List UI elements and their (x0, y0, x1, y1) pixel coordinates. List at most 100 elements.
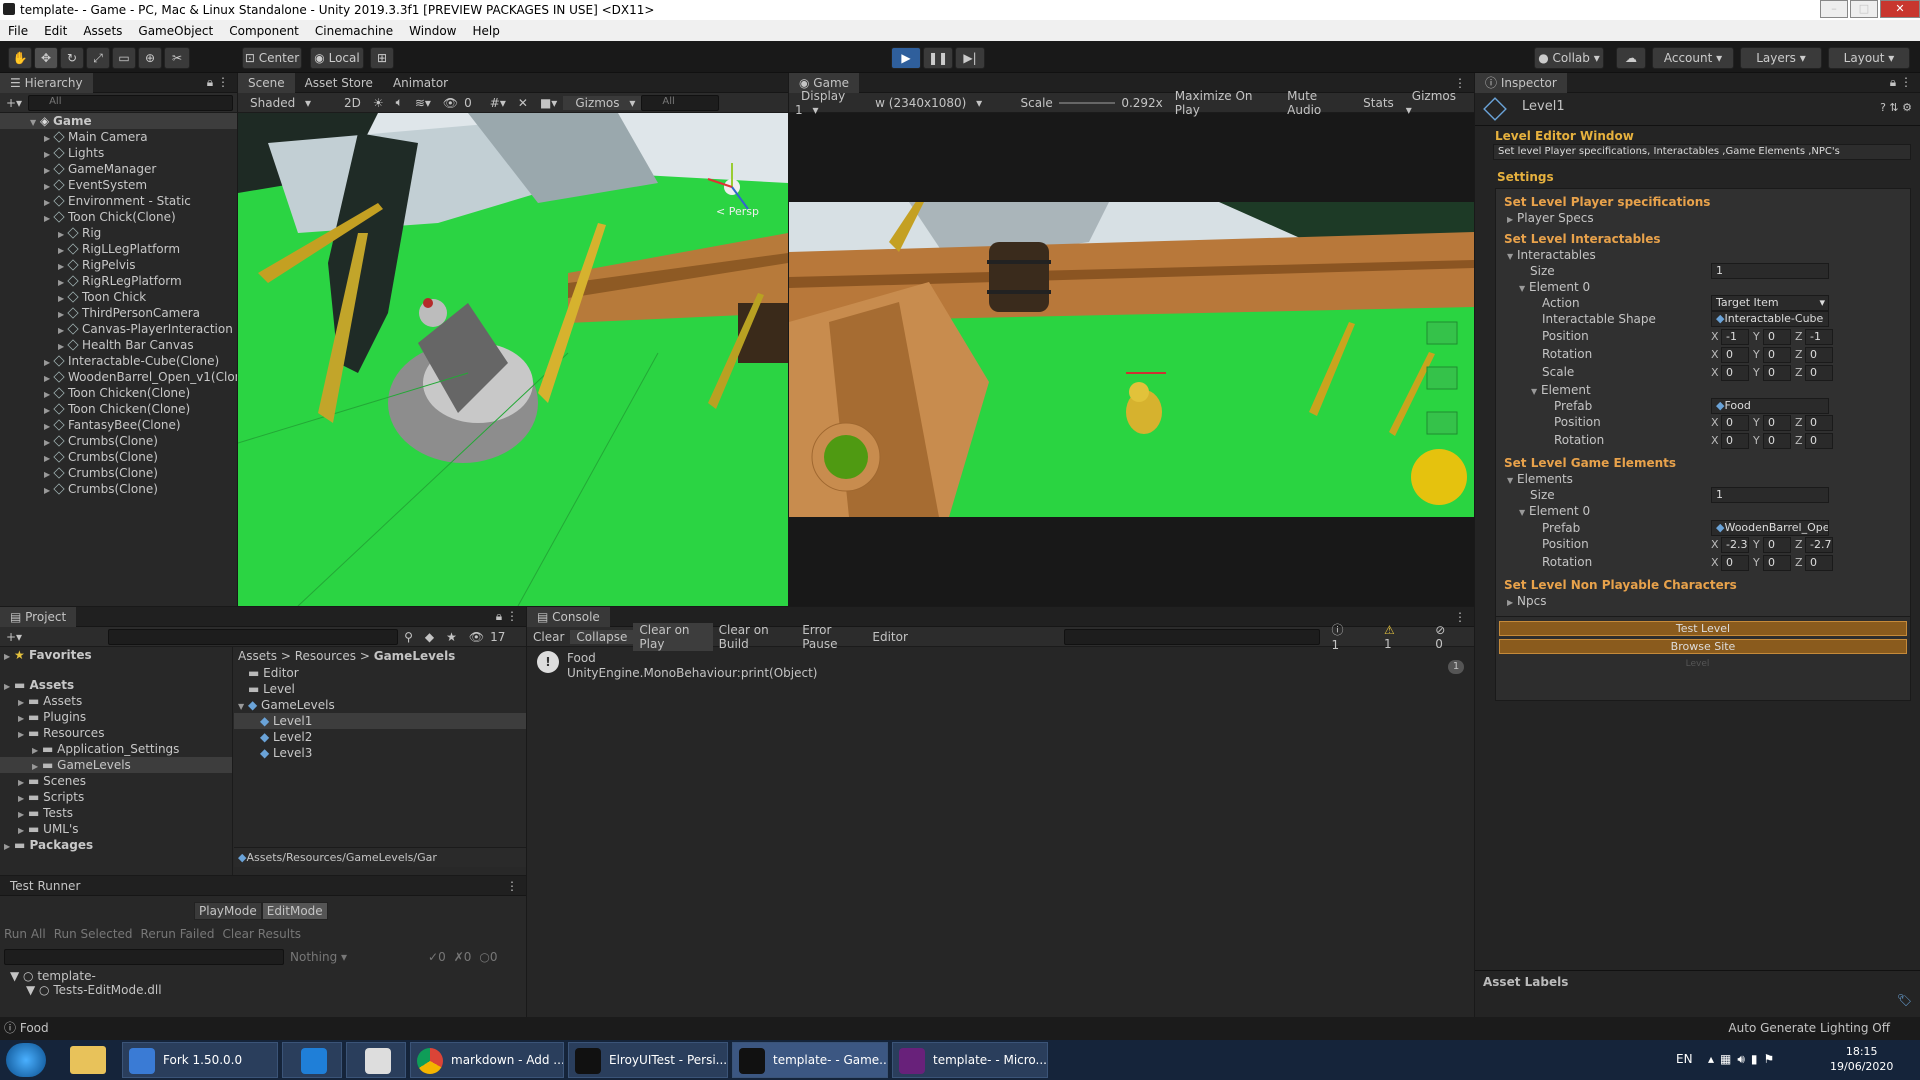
vector-field-x[interactable]: 0 (1721, 415, 1749, 431)
barrel-prefab-field[interactable]: ◆WoodenBarrel_Oper (1711, 520, 1829, 536)
vector-field-z[interactable]: -2.73 (1805, 537, 1833, 553)
test-action-button[interactable]: Run Selected (50, 927, 137, 943)
vector-field-y[interactable]: 0 (1763, 347, 1791, 363)
test-filter-dropdown[interactable]: Nothing ▾ (284, 950, 424, 964)
player-specs-foldout[interactable]: ▶ Player Specs (1507, 211, 1594, 225)
project-file[interactable]: ▼ ◆ GameLevels (234, 697, 526, 713)
test-action-button[interactable]: Clear Results (219, 927, 306, 943)
lighting-toggle-icon[interactable]: ☀ (367, 96, 390, 110)
menu-item-edit[interactable]: Edit (36, 24, 75, 38)
scene-gizmos-dropdown[interactable]: Gizmos ▾ (563, 95, 642, 110)
minimize-button[interactable]: – (1820, 0, 1848, 18)
failed-count[interactable]: ✗0 (450, 950, 476, 964)
project-file[interactable]: ◆ Level2 (234, 729, 526, 745)
2d-toggle[interactable]: 2D (338, 96, 367, 110)
perspective-label[interactable]: < Persp (716, 205, 759, 218)
taskbar-unity-elroy[interactable]: ElroyUITest - Persi... (568, 1042, 728, 1078)
vector-field-z[interactable]: 0 (1805, 555, 1833, 571)
console-clear-on-build-button[interactable]: Clear on Build (713, 623, 797, 651)
element0-foldout[interactable]: ▼ Element 0 (1519, 280, 1590, 294)
status-message[interactable]: Food (20, 1021, 49, 1035)
console-error-pause-button[interactable]: Error Pause (796, 623, 866, 651)
custom-tool-icon[interactable]: ✂ (164, 47, 190, 69)
project-tree-item[interactable]: ▶ ▬ Resources (0, 725, 232, 741)
expand-arrow-icon[interactable]: ▶ (32, 743, 42, 757)
hierarchy-item[interactable]: ▶ Interactable-Cube(Clone) (0, 353, 237, 369)
expand-arrow-icon[interactable]: ▶ (58, 243, 68, 257)
project-tree-item[interactable]: ▶ ▬ Application_Settings (0, 741, 232, 757)
breadcrumb-item[interactable]: Resources (295, 649, 356, 663)
expand-arrow-icon[interactable]: ▼ (238, 699, 248, 713)
mute-audio-toggle[interactable]: Mute Audio (1281, 89, 1357, 117)
expand-arrow-icon[interactable]: ▶ (18, 775, 28, 789)
expand-arrow-icon[interactable]: ▶ (32, 759, 42, 773)
vector-field-x[interactable]: 0 (1721, 555, 1749, 571)
console-clear-button[interactable]: Clear (527, 630, 570, 644)
menu-item-help[interactable]: Help (465, 24, 508, 38)
expand-arrow-icon[interactable]: ▶ (44, 387, 54, 401)
test-level-button[interactable]: Test Level (1499, 621, 1907, 636)
tab-hierarchy[interactable]: ☰ Hierarchy (0, 72, 93, 93)
npcs-foldout[interactable]: ▶ Npcs (1507, 594, 1546, 608)
menu-item-file[interactable]: File (0, 24, 36, 38)
camera-icon[interactable]: ■▾ (534, 96, 563, 110)
expand-arrow-icon[interactable]: ▶ (18, 695, 28, 709)
shading-dropdown[interactable]: Shaded ▾ (238, 96, 338, 110)
scale-slider[interactable] (1058, 101, 1116, 104)
vector-field-x[interactable]: 0 (1721, 365, 1749, 381)
vector-field-z[interactable]: 0 (1805, 433, 1833, 449)
expand-arrow-icon[interactable]: ▶ (44, 451, 54, 465)
element-foldout[interactable]: ▼ Element (1531, 383, 1591, 397)
vector-field-z[interactable]: 0 (1805, 415, 1833, 431)
hierarchy-item[interactable]: ▶ FantasyBee(Clone) (0, 417, 237, 433)
expand-arrow-icon[interactable]: ▶ (44, 211, 54, 225)
taskbar-chrome[interactable]: markdown - Add ... (410, 1042, 564, 1078)
vector-field-z[interactable]: -1 (1805, 329, 1833, 345)
info-count[interactable]: ⓘ 1 (1320, 621, 1372, 652)
pause-button[interactable]: ❚❚ (923, 47, 953, 69)
tab-asset-store[interactable]: Asset Store (295, 73, 383, 93)
tab-console[interactable]: ▤ Console (527, 606, 610, 627)
expand-arrow-icon[interactable]: ▶ (18, 807, 28, 821)
taskbar-unity-hub[interactable] (346, 1042, 406, 1078)
grid-toggle-icon[interactable]: #▾ (484, 96, 512, 110)
rotate-tool-icon[interactable]: ↻ (60, 47, 84, 69)
account-button[interactable]: Account ▾ (1652, 47, 1734, 69)
skipped-count[interactable]: ○0 (475, 950, 501, 964)
menu-item-component[interactable]: Component (221, 24, 307, 38)
step-button[interactable]: ▶| (955, 47, 985, 69)
project-file[interactable]: ▬ Level (234, 681, 526, 697)
vector-field-x[interactable]: 0 (1721, 347, 1749, 363)
vector-field-y[interactable]: 0 (1763, 555, 1791, 571)
tray-icons[interactable]: ▴▦🔊︎▮⚑ (1708, 1052, 1780, 1067)
layers-button[interactable]: Layers ▾ (1740, 47, 1822, 69)
hierarchy-item[interactable]: ▶ WoodenBarrel_Open_v1(Clon (0, 369, 237, 385)
project-tree-item[interactable]: ▶ ▬ Assets (0, 677, 232, 693)
vector-field-y[interactable]: 0 (1763, 433, 1791, 449)
expand-arrow-icon[interactable]: ▶ (18, 727, 28, 741)
grid-snap-icon[interactable]: ⊞ (370, 47, 394, 69)
expand-arrow-icon[interactable]: ▶ (58, 275, 68, 289)
hidden-count[interactable]: 👁︎ 0 (437, 96, 484, 110)
pivot-center-button[interactable]: ⊡ Center (242, 47, 302, 69)
console-editor-button[interactable]: Editor (866, 630, 914, 644)
vector-field-y[interactable]: 0 (1763, 415, 1791, 431)
favorite-star-icon[interactable]: ★ (440, 630, 463, 644)
hierarchy-item[interactable]: ▶ Main Camera (0, 129, 237, 145)
hierarchy-item[interactable]: ▶ Toon Chick(Clone) (0, 209, 237, 225)
expand-arrow-icon[interactable]: ▶ (44, 195, 54, 209)
vector-field-x[interactable]: 0 (1721, 433, 1749, 449)
scene-search-input[interactable]: All (641, 94, 720, 111)
hierarchy-item[interactable]: ▶ Toon Chick (0, 289, 237, 305)
expand-arrow-icon[interactable]: ▶ (44, 483, 54, 497)
tools-icon[interactable]: ✕ (512, 96, 534, 110)
expand-arrow-icon[interactable]: ▶ (44, 355, 54, 369)
test-runner-menu-icon[interactable]: ⋮ (506, 879, 526, 893)
expand-arrow-icon[interactable]: ▶ (44, 403, 54, 417)
move-tool-icon[interactable]: ✥ (34, 47, 58, 69)
food-prefab-field[interactable]: ◆Food (1711, 398, 1829, 414)
hierarchy-item[interactable]: ▶ Crumbs(Clone) (0, 433, 237, 449)
elements-foldout[interactable]: ▼ Elements (1507, 472, 1573, 486)
breadcrumb-item[interactable]: Assets (238, 649, 277, 663)
layout-button[interactable]: Layout ▾ (1828, 47, 1910, 69)
